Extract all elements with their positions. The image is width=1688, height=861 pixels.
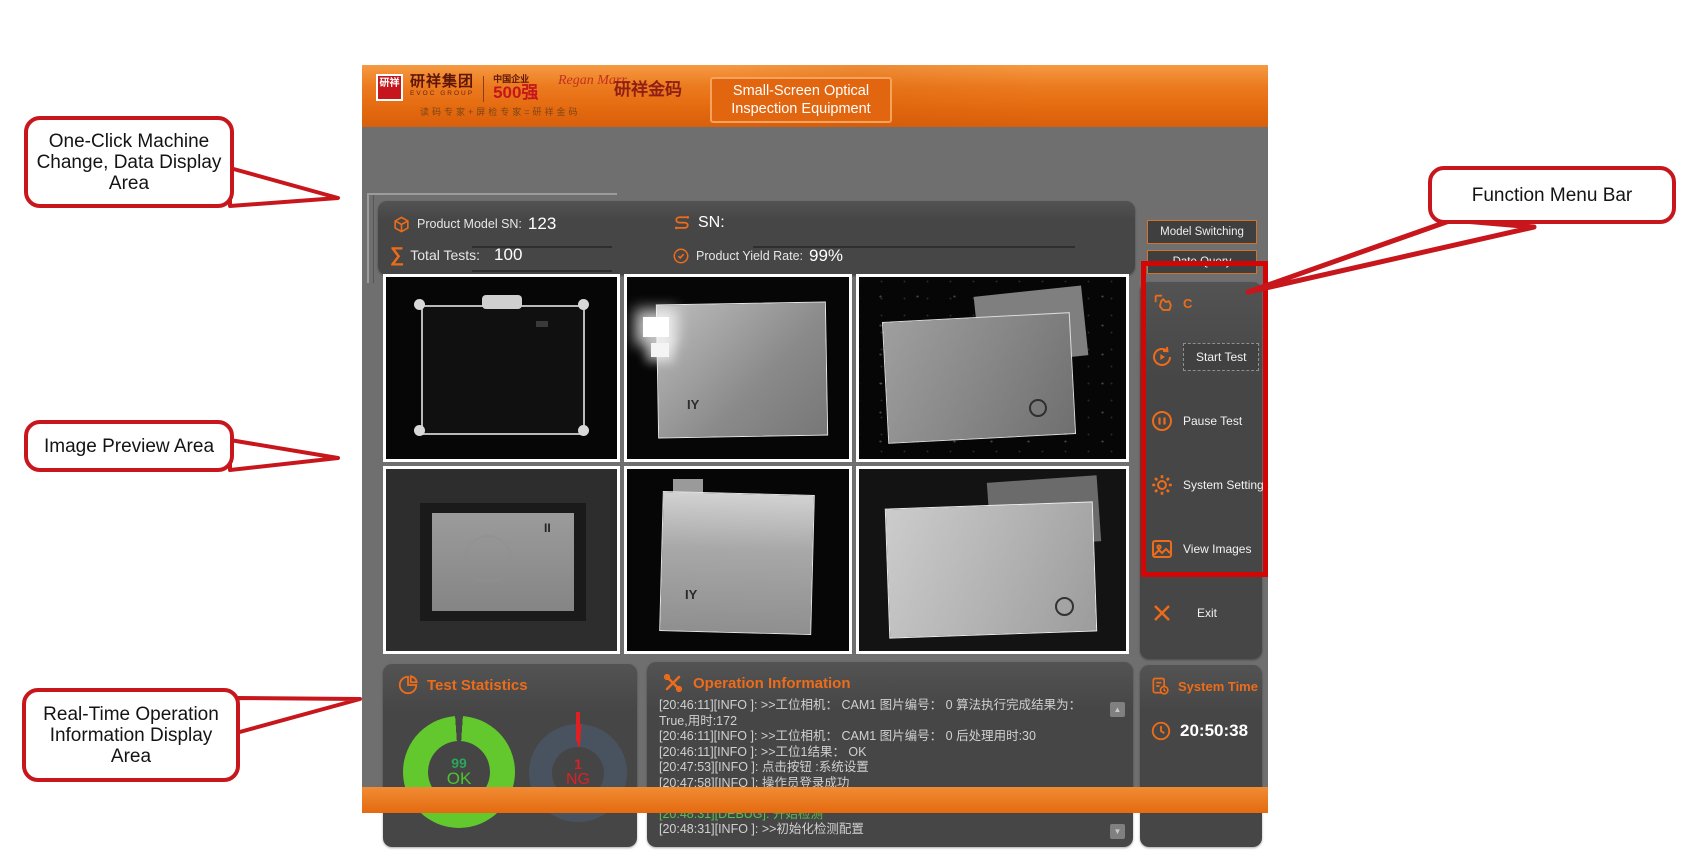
ok-label: OK — [447, 770, 472, 788]
pie-chart-icon — [397, 674, 419, 696]
statistics-title: Test Statistics — [427, 677, 528, 694]
ok-count: 99 — [451, 756, 467, 771]
log-scroll-down-button[interactable]: ▼ — [1110, 824, 1125, 839]
clock-icon — [1150, 720, 1172, 742]
callout-info-display-area: Real-Time Operation Information Display … — [22, 688, 240, 782]
logo-brand-text: 研祥金码 — [614, 75, 682, 100]
preview-image-2: IY — [624, 274, 852, 462]
product-model-label: Product Model SN: — [417, 217, 522, 231]
yield-rate-label: Product Yield Rate: — [696, 249, 803, 263]
preview-image-1 — [383, 274, 620, 462]
log-line: [20:48:31][INFO ]: >>初始化检测配置 — [659, 822, 1103, 838]
log-scroll-up-button[interactable]: ▲ — [1110, 702, 1125, 717]
product-box-icon — [392, 215, 411, 234]
operation-info-title: Operation Information — [693, 675, 851, 692]
decorative-bracket — [367, 195, 374, 283]
logo-rank-text: 500强 — [493, 84, 538, 101]
test-statistics-panel: Test Statistics 99 OK 1 NG — [383, 664, 637, 847]
sigma-icon: ∑ — [390, 246, 404, 264]
yield-rate-icon — [672, 247, 690, 265]
total-tests-value: 100 — [494, 245, 522, 265]
doc-clock-icon — [1150, 676, 1170, 696]
screenshot-canvas: 研祥 研祥集团 EVOC GROUP 中国企业 500强 读码专家+屏检专家=研… — [0, 0, 1688, 861]
total-tests-underline — [472, 270, 612, 272]
app-title-line2: Inspection Equipment — [731, 100, 870, 118]
preview-image-4: II — [383, 466, 620, 654]
menu-highlight-rectangle — [1141, 261, 1268, 577]
yield-rate-value: 99% — [809, 246, 843, 266]
sn-route-icon — [672, 214, 692, 232]
system-time-title: System Time — [1178, 679, 1258, 694]
log-line: [20:46:11][INFO ]: >>工位相机： CAM1 图片编号： 0 … — [659, 729, 1103, 745]
operation-log[interactable]: [20:46:11][INFO ]: >>工位相机： CAM1 图片编号： 0 … — [659, 698, 1103, 841]
inspection-app-window: 研祥 研祥集团 EVOC GROUP 中国企业 500强 读码专家+屏检专家=研… — [362, 65, 1268, 813]
logo-mark-icon: 研祥 — [376, 74, 403, 101]
operation-info-panel: Operation Information [20:46:11][INFO ]:… — [647, 662, 1133, 847]
callout-image-preview-area: Image Preview Area — [24, 420, 234, 472]
product-model-value: 123 — [528, 214, 556, 234]
system-time-panel: System Time 20:50:38 2024-08-15 — [1140, 665, 1262, 847]
preview-image-5: IY — [624, 466, 852, 654]
logo-group-name-en: EVOC GROUP — [410, 90, 474, 97]
decorative-line — [367, 193, 617, 195]
logo-slogan: 读码专家+屏检专家=研祥金码 — [420, 105, 581, 118]
log-line: [20:47:53][INFO ]: 点击按钮 :系统设置 — [659, 760, 1103, 776]
current-time: 20:50:38 — [1180, 721, 1248, 741]
exit-icon — [1150, 601, 1174, 625]
menu-item-label: Exit — [1197, 606, 1217, 620]
app-title-line1: Small-Screen Optical — [733, 82, 869, 100]
app-title: Small-Screen Optical Inspection Equipmen… — [710, 77, 892, 123]
menu-item-exit[interactable]: Exit — [1150, 596, 1256, 630]
tools-icon — [661, 671, 685, 695]
ng-count: 1 — [574, 757, 582, 772]
preview-image-6 — [856, 466, 1129, 654]
ng-slice-tick — [576, 712, 580, 742]
total-tests-label: Total Tests: — [410, 247, 480, 263]
data-display-panel: Product Model SN: 123 ∑ Total Tests: 100… — [378, 201, 1135, 275]
company-logo: 研祥 研祥集团 EVOC GROUP 中国企业 500强 — [376, 74, 538, 102]
app-footer-strip — [362, 787, 1268, 813]
preview-image-3 — [856, 274, 1129, 462]
app-header: 研祥 研祥集团 EVOC GROUP 中国企业 500强 读码专家+屏检专家=研… — [362, 65, 1268, 127]
app-body: Product Model SN: 123 ∑ Total Tests: 100… — [362, 127, 1268, 787]
callout-data-display-area: One-Click Machine Change, Data Display A… — [24, 116, 234, 208]
callout-function-menu-bar: Function Menu Bar — [1428, 166, 1676, 224]
model-switching-button[interactable]: Model Switching — [1147, 220, 1257, 244]
image-preview-grid: IY II IY — [383, 274, 1137, 659]
log-line: [20:46:11][INFO ]: >>工位1结果： OK — [659, 745, 1103, 761]
logo-divider — [483, 76, 484, 102]
sn-label: SN: — [698, 214, 725, 232]
log-line: [20:46:11][INFO ]: >>工位相机： CAM1 图片编号： 0 … — [659, 698, 1103, 729]
logo-group-name: 研祥集团 — [410, 74, 474, 90]
